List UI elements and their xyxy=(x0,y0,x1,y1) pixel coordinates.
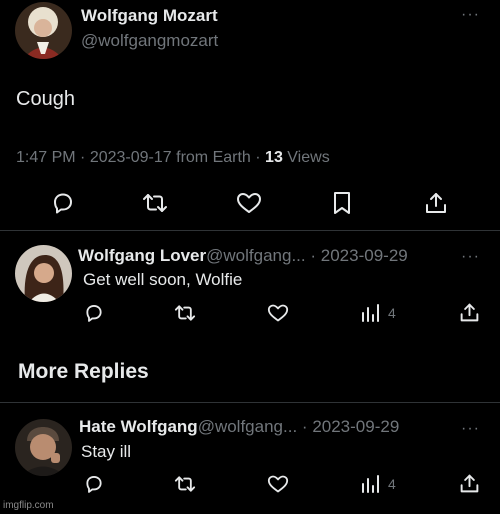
views-count: 4 xyxy=(388,305,396,321)
reply-text: Stay ill xyxy=(81,442,132,461)
retweet-button[interactable] xyxy=(174,303,196,323)
tweet-time[interactable]: 1:47 PM xyxy=(16,149,76,166)
views-button[interactable] xyxy=(360,474,380,494)
views-label: Views xyxy=(287,149,330,166)
author-name[interactable]: Wolfgang Mozart xyxy=(81,6,218,26)
share-button[interactable] xyxy=(459,473,480,494)
hate-wolfgang-avatar[interactable] xyxy=(15,419,72,476)
retweet-icon xyxy=(174,476,196,492)
reply-button[interactable] xyxy=(84,303,104,323)
views-count: 4 xyxy=(388,476,396,492)
more-icon[interactable]: ··· xyxy=(461,421,480,437)
retweet-button[interactable] xyxy=(142,191,168,215)
reply-icon xyxy=(54,193,72,214)
reply-header: Wolfgang Lover@wolfgang... · 2023-09-29 xyxy=(78,246,408,266)
reply-author-name[interactable]: Wolfgang Lover xyxy=(78,246,206,265)
reply-text: Get well soon, Wolfie xyxy=(83,270,243,289)
like-button[interactable] xyxy=(267,474,289,494)
reply-button[interactable] xyxy=(84,474,104,494)
bookmark-button[interactable] xyxy=(332,191,352,215)
wolfgang-lover-avatar[interactable] xyxy=(15,245,72,302)
reply-icon xyxy=(86,476,102,493)
meta-separator: · xyxy=(301,417,308,436)
tweet-meta: 1:47 PM · 2023-09-17 from Earth · 13 Vie… xyxy=(16,149,330,167)
retweet-icon xyxy=(174,305,196,321)
share-icon xyxy=(426,193,446,213)
tweet-source: from Earth xyxy=(176,149,251,166)
reply-header: Hate Wolfgang@wolfgang... · 2023-09-29 xyxy=(79,417,399,437)
share-button[interactable] xyxy=(459,302,480,323)
meta-separator: · xyxy=(310,246,317,265)
views-button[interactable] xyxy=(360,303,380,323)
like-button[interactable] xyxy=(236,191,262,215)
bookmark-icon xyxy=(334,192,350,214)
section-heading: More Replies xyxy=(18,360,149,383)
meta-separator: · xyxy=(80,149,86,166)
more-icon[interactable]: ··· xyxy=(461,7,480,23)
reply-author-handle[interactable]: @wolfgang... xyxy=(198,417,297,436)
like-icon xyxy=(267,475,289,493)
tweet-date[interactable]: 2023-09-17 xyxy=(90,149,172,166)
meta-separator: · xyxy=(255,149,261,166)
reply-date[interactable]: 2023-09-29 xyxy=(312,417,399,436)
like-icon xyxy=(237,193,261,213)
views-icon xyxy=(362,475,379,493)
watermark: imgflip.com xyxy=(3,500,54,511)
mozart-avatar[interactable] xyxy=(15,2,72,59)
retweet-icon xyxy=(143,194,167,212)
share-icon xyxy=(460,303,479,322)
reply-author-handle[interactable]: @wolfgang... xyxy=(206,246,305,265)
divider xyxy=(0,402,500,403)
views-count: 13 xyxy=(265,149,283,166)
share-icon xyxy=(460,474,479,493)
retweet-button[interactable] xyxy=(174,474,196,494)
views-icon xyxy=(362,304,379,322)
reply-date[interactable]: 2023-09-29 xyxy=(321,246,408,265)
tweet-text: Cough xyxy=(16,88,75,110)
divider xyxy=(0,230,500,231)
more-icon[interactable]: ··· xyxy=(461,249,480,265)
like-icon xyxy=(267,304,289,322)
author-handle[interactable]: @wolfgangmozart xyxy=(81,31,218,51)
reply-icon xyxy=(86,305,102,322)
like-button[interactable] xyxy=(267,303,289,323)
share-button[interactable] xyxy=(424,191,448,215)
reply-button[interactable] xyxy=(51,191,75,215)
reply-author-name[interactable]: Hate Wolfgang xyxy=(79,417,198,436)
